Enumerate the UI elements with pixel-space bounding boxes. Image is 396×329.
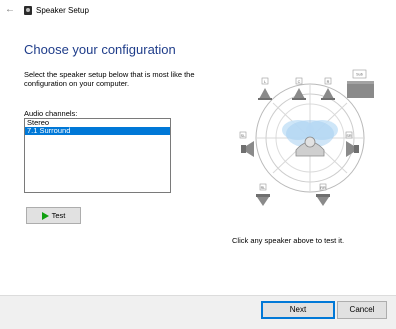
speaker-side-left[interactable]: SL (239, 131, 254, 157)
instruction-text: Select the speaker setup below that is m… (24, 70, 195, 88)
speaker-label-front-left: L (264, 80, 266, 84)
audio-channels-list[interactable]: Stereo 7.1 Surround (24, 118, 171, 193)
next-button[interactable]: Next (261, 301, 335, 319)
speaker-label-rear-left: RL (261, 186, 266, 190)
speaker-rear-right[interactable]: RR (316, 183, 330, 206)
speaker-label-side-left: SL (241, 134, 246, 138)
window-title: Speaker Setup (36, 6, 89, 15)
cancel-button[interactable]: Cancel (337, 301, 387, 319)
page-heading: Choose your configuration (24, 42, 176, 57)
test-button-label: Test (51, 211, 66, 220)
audio-channels-label: Audio channels: (24, 109, 78, 118)
speaker-label-subwoofer: Sub (356, 73, 363, 77)
back-arrow-icon[interactable]: ← (4, 3, 16, 17)
speaker-label-rear-right: RR (320, 186, 326, 190)
speaker-front-left[interactable]: L (258, 77, 272, 100)
speaker-label-center: C (298, 80, 301, 84)
speaker-test-hint: Click any speaker above to test it. (232, 236, 345, 245)
speaker-setup-icon (24, 6, 32, 15)
speaker-side-right[interactable]: SR (345, 131, 359, 157)
speaker-rear-left[interactable]: RL (256, 183, 270, 206)
speaker-label-side-right: SR (346, 134, 352, 138)
speaker-subwoofer[interactable]: Sub (347, 69, 374, 98)
play-icon (41, 211, 49, 220)
speaker-diagram: L C R Sub SL SR RL RR (239, 69, 374, 206)
channel-option-7-1-surround[interactable]: 7.1 Surround (25, 127, 170, 135)
speaker-label-front-right: R (327, 80, 330, 84)
test-button[interactable]: Test (26, 207, 81, 224)
